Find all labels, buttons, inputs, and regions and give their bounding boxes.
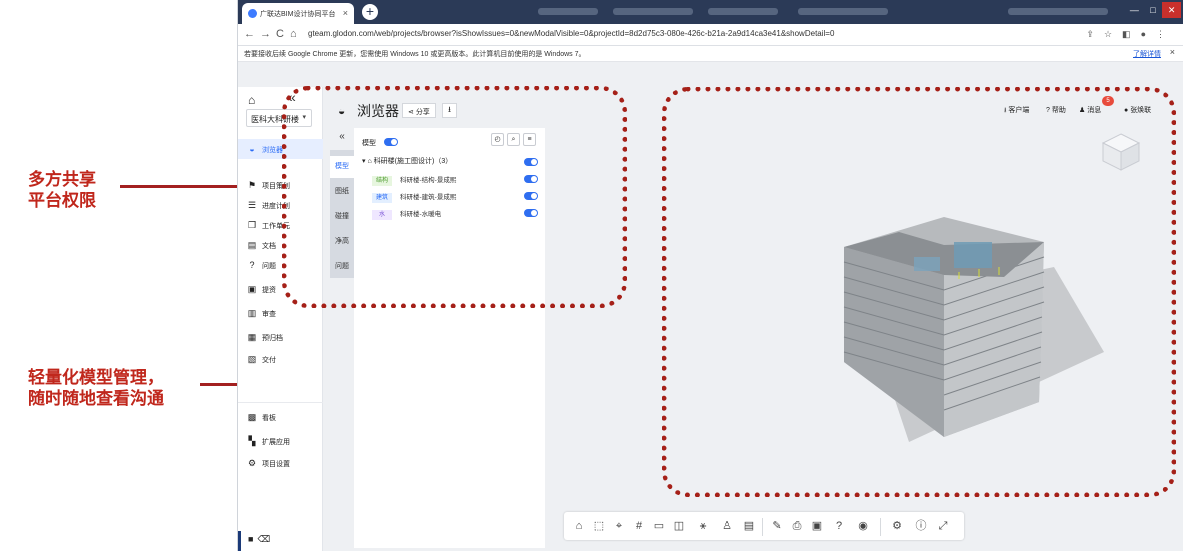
sidepanel-icon[interactable]: ◧ — [1122, 29, 1141, 39]
menu-kebab-icon[interactable]: ⋮ — [1156, 29, 1175, 39]
sidebar-item[interactable]: ⚙ 项目设置 — [238, 453, 323, 473]
toolbar-separator — [880, 518, 881, 536]
review-icon: ▥ — [247, 308, 257, 318]
sidebar-item[interactable]: ▦ 预归档 — [238, 327, 323, 347]
sidebar-item-label: 审查 — [262, 311, 276, 318]
callout-share: 多方共享 平台权限 — [28, 170, 96, 212]
infobar-text: 若要接收后续 Google Chrome 更新，您需使用 Windows 10 … — [244, 51, 586, 58]
apps-icon: ▚ — [248, 436, 256, 446]
highlight-model-frame — [662, 87, 1176, 497]
callout-share-line1: 多方共享 — [28, 170, 96, 190]
sidebar-item-label: 提资 — [262, 287, 276, 294]
sidebar-item-label: 问题 — [262, 263, 276, 270]
sidebar-footer-accent — [238, 531, 241, 551]
trash-icon[interactable]: ⌫ — [257, 534, 274, 544]
submit-icon: ▣ — [247, 284, 257, 294]
help-icon[interactable]: ? — [832, 519, 846, 533]
new-tab-button[interactable]: + — [362, 4, 378, 20]
profile-icon[interactable]: ● — [1141, 29, 1156, 39]
cube-icon: ❒ — [247, 220, 257, 230]
blurred-profile — [1008, 8, 1108, 15]
minimize-icon[interactable]: — — [1125, 2, 1144, 18]
callout-model-line2: 随时随地查看沟通 — [28, 389, 164, 409]
callout-model-line1: 轻量化模型管理， — [28, 368, 164, 388]
close-window-icon[interactable]: ✕ — [1162, 2, 1182, 18]
sidebar-divider — [238, 402, 323, 403]
reload-icon[interactable]: C — [276, 28, 284, 40]
flag-icon: ⚑ — [247, 180, 257, 190]
share-page-icon[interactable]: ⇪ — [1086, 29, 1104, 39]
sidebar-item-label: 文档 — [262, 243, 276, 250]
infobar-learn-more-link[interactable]: 了解详情 — [1133, 49, 1161, 59]
infobar-close-icon[interactable]: × — [1170, 47, 1175, 57]
browser-tab[interactable]: 广联达BIM设计协同平台 × — [242, 3, 354, 24]
comment-icon[interactable]: ▣ — [810, 519, 824, 533]
sidebar-item[interactable]: ▚ 扩展应用 — [238, 431, 323, 451]
window-controls: — □ ✕ — [1125, 2, 1182, 18]
callout-model: 轻量化模型管理， 随时随地查看沟通 — [28, 368, 164, 410]
url-field[interactable]: gteam.glodon.com/web/projects/browser?is… — [308, 29, 834, 38]
info-icon[interactable]: ⓘ — [914, 519, 928, 533]
kanban-icon: ▩ — [247, 412, 257, 422]
walk-icon[interactable]: ♙ — [720, 519, 734, 533]
archive-icon: ▦ — [247, 332, 257, 342]
update-infobar: 若要接收后续 Google Chrome 更新，您需使用 Windows 10 … — [238, 46, 1183, 62]
sidebar-item-label: 预归档 — [262, 335, 283, 342]
question-icon: ? — [249, 260, 255, 270]
section-icon[interactable]: ◫ — [672, 519, 686, 533]
schedule-icon: ☰ — [247, 200, 257, 210]
home-nav-icon[interactable]: ⌂ — [290, 28, 297, 40]
blurred-tab — [708, 8, 778, 15]
toolbar-separator — [762, 518, 763, 536]
properties-icon[interactable]: ▤ — [742, 519, 756, 533]
explode-icon[interactable]: ⚹ — [696, 519, 710, 533]
viewer-toolbar: ⌂ ⬚ ⌖ # ▭ ◫ ⚹ ♙ ▤ ✎ ⎙ ▣ ? ◉ ⚙ ⓘ ⤢ — [564, 512, 964, 540]
sidebar-item-label: 交付 — [262, 357, 276, 364]
address-actions: ⇪☆◧●⋮ — [1086, 29, 1175, 40]
sidebar-item-label: 项目设置 — [262, 461, 290, 468]
tab-title: 广联达BIM设计协同平台 — [260, 11, 336, 18]
callout-share-line2: 平台权限 — [28, 191, 96, 211]
fit-icon[interactable]: ⌖ — [612, 519, 626, 533]
blurred-tab — [613, 8, 693, 15]
fullscreen-icon[interactable]: ⤢ — [936, 519, 950, 533]
sidebar-item-label: 浏览器 — [262, 147, 283, 154]
blurred-tab — [538, 8, 598, 15]
zoom-window-icon[interactable]: ⬚ — [592, 519, 606, 533]
tab-close-icon[interactable]: × — [343, 8, 348, 18]
camera-icon[interactable]: ⎙ — [790, 519, 804, 533]
document-icon: ▤ — [247, 240, 257, 250]
measure-icon[interactable]: ▭ — [652, 519, 666, 533]
tab-bar: 广联达BIM设计协同平台 × + — □ ✕ — [238, 0, 1183, 24]
favicon-icon — [248, 9, 257, 18]
grid-icon[interactable]: # — [632, 519, 646, 533]
settings-icon[interactable]: ⚙ — [890, 519, 904, 533]
highlight-panel-frame — [282, 86, 627, 308]
gear-icon: ⚙ — [247, 458, 257, 468]
sidebar-item[interactable]: ▩ 看板 — [238, 407, 323, 427]
home-view-icon[interactable]: ⌂ — [572, 519, 586, 533]
maximize-icon[interactable]: □ — [1144, 2, 1163, 18]
address-bar: ← → C ⌂ gteam.glodon.com/web/projects/br… — [238, 24, 1183, 46]
markup-icon[interactable]: ✎ — [770, 519, 784, 533]
sidebar-item-label: 看板 — [262, 415, 276, 422]
forward-icon[interactable]: → — [260, 28, 271, 40]
home-icon[interactable]: ⌂ — [248, 93, 255, 107]
blurred-tab — [798, 8, 888, 15]
back-icon[interactable]: ← — [244, 28, 255, 40]
deliver-icon: ▧ — [247, 354, 257, 364]
visibility-icon[interactable]: ◉ — [856, 519, 870, 533]
globe-icon: ◒ — [249, 144, 255, 154]
sidebar-footer: ■⌫ — [248, 534, 274, 545]
sidebar-item-label: 扩展应用 — [262, 439, 290, 446]
sidebar-item[interactable]: ▧ 交付 — [238, 349, 323, 369]
bookmark-star-icon[interactable]: ☆ — [1104, 29, 1122, 39]
